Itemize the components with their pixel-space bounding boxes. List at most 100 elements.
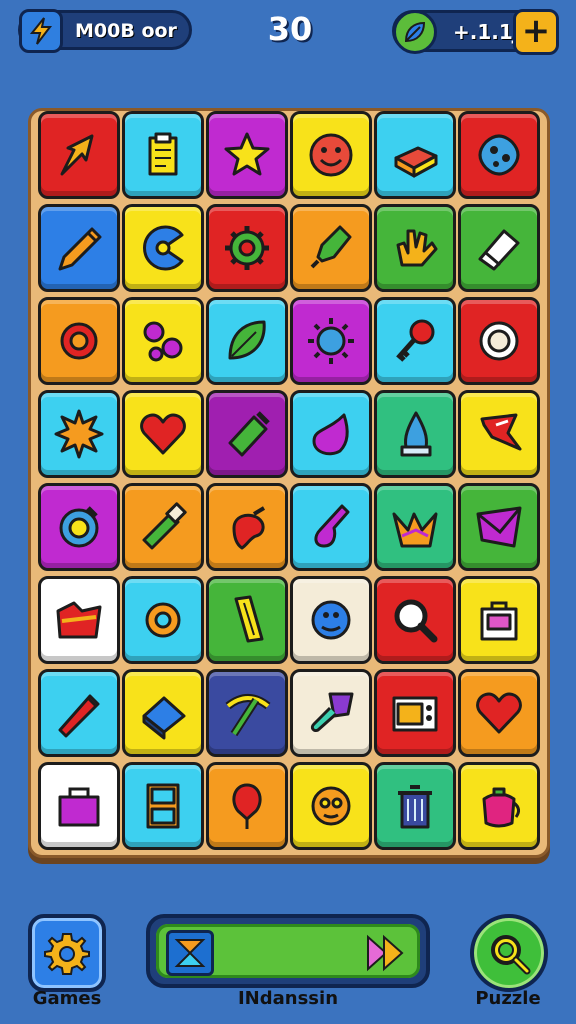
board-tile[interactable] [38, 762, 120, 850]
board-tile[interactable] [458, 204, 540, 292]
gear-icon [225, 226, 269, 270]
board-tile[interactable] [290, 390, 372, 478]
board-tile[interactable] [206, 762, 288, 850]
board-tile[interactable] [290, 483, 372, 571]
hammer-icon [310, 692, 354, 732]
board-tile[interactable] [206, 483, 288, 571]
player-name: M00B oor [75, 20, 177, 42]
board-tile[interactable] [38, 576, 120, 664]
board-tile[interactable] [374, 669, 456, 757]
board-tile[interactable] [374, 204, 456, 292]
board-tile[interactable] [122, 483, 204, 571]
board-tile[interactable] [122, 576, 204, 664]
board-tile[interactable] [374, 576, 456, 664]
face-icon [311, 786, 351, 826]
puzzle-label: Puzzle [475, 988, 541, 1009]
board-tile[interactable] [290, 204, 372, 292]
board-tile[interactable] [458, 576, 540, 664]
fast-forward-icon[interactable] [362, 930, 410, 976]
board-tile[interactable] [38, 483, 120, 571]
board-tile[interactable] [290, 576, 372, 664]
board-tile[interactable] [458, 111, 540, 199]
star-icon [224, 132, 270, 176]
heart-icon [476, 692, 522, 734]
board-tile[interactable] [458, 483, 540, 571]
magnifier-icon [394, 599, 438, 643]
game-board [28, 108, 550, 858]
board-tile[interactable] [206, 111, 288, 199]
board-tile[interactable] [38, 297, 120, 385]
window-icon [146, 783, 180, 829]
hourglass-icon [166, 930, 214, 976]
board-tile[interactable] [38, 204, 120, 292]
sun-icon [308, 318, 354, 364]
pepper-icon [232, 506, 266, 550]
usb-icon [142, 502, 187, 550]
board-tile[interactable] [206, 669, 288, 757]
molecule-icon [143, 321, 183, 362]
gear-icon [44, 933, 90, 975]
board-tile[interactable] [290, 762, 372, 850]
battery-icon [228, 411, 270, 457]
mode-label: INdanssin [237, 988, 339, 1009]
games-label: Games [32, 988, 102, 1009]
board-tile[interactable] [290, 111, 372, 199]
board-tile[interactable] [206, 297, 288, 385]
board-tile[interactable] [206, 204, 288, 292]
player-badge[interactable]: M00B oor [18, 9, 192, 53]
board-tile[interactable] [374, 297, 456, 385]
board-tile[interactable] [122, 111, 204, 199]
arrow-icon [60, 134, 94, 176]
level-progress-bar[interactable] [146, 914, 430, 988]
blob-icon [312, 413, 349, 456]
currency-panel: +.1.1J + [392, 9, 559, 55]
board-tile[interactable] [374, 111, 456, 199]
lightning-icon [19, 9, 63, 53]
drop-icon [400, 411, 432, 457]
board-tile[interactable] [458, 390, 540, 478]
puzzle-button[interactable] [470, 914, 548, 992]
board-tile[interactable] [458, 669, 540, 757]
trash-icon [398, 785, 432, 829]
board-tile[interactable] [38, 390, 120, 478]
board-tile[interactable] [38, 111, 120, 199]
board-tile[interactable] [290, 669, 372, 757]
flag-icon [480, 413, 522, 451]
folder-icon [56, 601, 102, 639]
pencil-icon [58, 227, 102, 271]
board-tile[interactable] [122, 204, 204, 292]
heart-icon [140, 413, 186, 455]
board-tile[interactable] [122, 669, 204, 757]
board-tile[interactable] [122, 297, 204, 385]
lock-icon [480, 601, 518, 641]
board-tile[interactable] [38, 669, 120, 757]
tray-icon [142, 696, 186, 740]
board-tile[interactable] [458, 762, 540, 850]
leaf-icon [228, 320, 266, 360]
pacman-icon [143, 225, 184, 271]
board-tile[interactable] [206, 390, 288, 478]
add-currency-button[interactable]: + [513, 9, 559, 55]
board-tile[interactable] [122, 390, 204, 478]
board-tile[interactable] [290, 297, 372, 385]
key-icon [396, 319, 435, 362]
pickaxe-icon [225, 694, 271, 737]
magnifier-icon [491, 935, 531, 975]
crown-icon [392, 512, 438, 548]
board-tile[interactable] [122, 762, 204, 850]
games-button[interactable] [28, 914, 106, 992]
progress-fill [156, 924, 420, 978]
splat-icon [54, 409, 104, 459]
board-tile[interactable] [374, 390, 456, 478]
board-tile[interactable] [374, 762, 456, 850]
cookie-icon [478, 134, 520, 176]
bowling-pin-icon [314, 504, 350, 548]
bottle-icon [310, 225, 352, 269]
board-tile[interactable] [458, 297, 540, 385]
leaf-coin-icon [393, 10, 437, 54]
board-tile[interactable] [374, 483, 456, 571]
board-tile[interactable] [206, 576, 288, 664]
top-bar: M00B oor 30 +.1.1J + [0, 0, 576, 70]
globe-icon [311, 600, 351, 640]
bag-icon [58, 787, 100, 827]
